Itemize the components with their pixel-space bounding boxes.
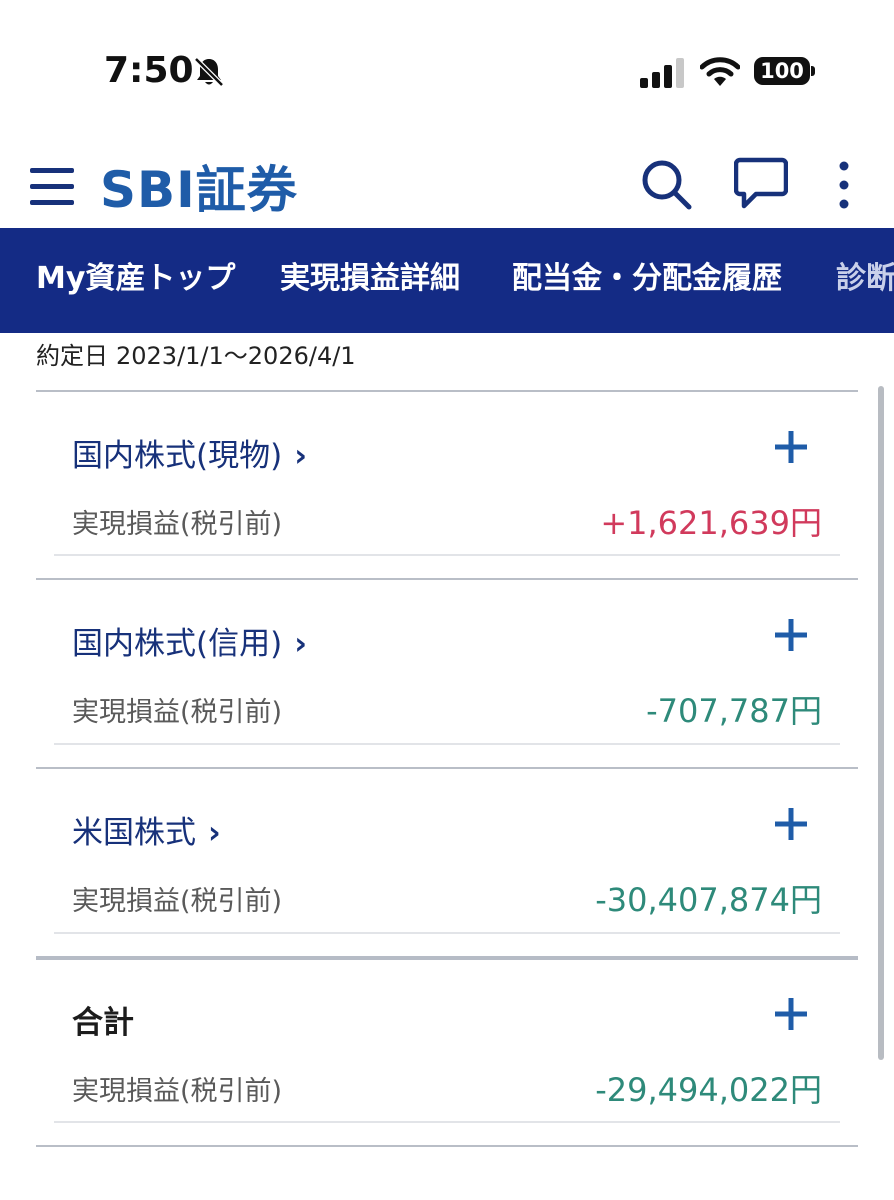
divider bbox=[36, 1145, 858, 1147]
section-title: 合計 bbox=[72, 1005, 134, 1041]
section-title: 米国株式 bbox=[72, 815, 196, 851]
tab-my-assets[interactable]: My資産トップ bbox=[36, 228, 235, 333]
section-us-stocks: 米国株式 › 実現損益(税引前) -30,407,874円 bbox=[0, 769, 894, 955]
pl-label: 実現損益(税引前) bbox=[72, 509, 283, 540]
section-domestic-cash: 国内株式(現物) › 実現損益(税引前) +1,621,639円 bbox=[0, 392, 894, 578]
date-range: 約定日 2023/1/1〜2026/4/1 bbox=[36, 336, 356, 371]
divider bbox=[54, 554, 840, 556]
plus-icon[interactable] bbox=[772, 616, 810, 654]
chevron-right-icon: › bbox=[294, 438, 307, 474]
battery-icon: 100 bbox=[754, 57, 810, 85]
pl-value: +1,621,639円 bbox=[600, 504, 822, 542]
plus-icon[interactable] bbox=[772, 995, 810, 1033]
section-title-link[interactable]: 国内株式(信用) › bbox=[72, 618, 307, 663]
pl-label: 実現損益(税引前) bbox=[72, 886, 283, 917]
date-range-label: 約定日 bbox=[36, 342, 108, 370]
pl-value: -29,494,022円 bbox=[595, 1071, 822, 1109]
chat-icon[interactable] bbox=[734, 156, 788, 212]
chevron-right-icon: › bbox=[294, 626, 307, 662]
tab-dividend-history[interactable]: 配当金・分配金履歴 bbox=[512, 228, 782, 333]
search-icon[interactable] bbox=[640, 158, 692, 210]
signal-icon bbox=[640, 58, 684, 88]
section-domestic-margin: 国内株式(信用) › 実現損益(税引前) -707,787円 bbox=[0, 580, 894, 766]
wifi-icon bbox=[700, 57, 740, 86]
status-time: 7:50 bbox=[104, 50, 194, 91]
section-title: 国内株式(現物) bbox=[72, 438, 283, 474]
plus-icon[interactable] bbox=[772, 805, 810, 843]
menu-icon[interactable] bbox=[30, 166, 74, 206]
more-vertical-icon[interactable] bbox=[832, 160, 856, 210]
tab-bar: My資産トップ 実現損益詳細 配当金・分配金履歴 診断 bbox=[0, 228, 894, 333]
tab-realized-pl-detail[interactable]: 実現損益詳細 bbox=[280, 228, 460, 333]
date-range-value: 2023/1/1〜2026/4/1 bbox=[116, 342, 356, 370]
brand-logo[interactable]: SBI証券 bbox=[100, 150, 298, 222]
battery-nub bbox=[811, 66, 815, 76]
divider bbox=[54, 1121, 840, 1123]
pl-value: -707,787円 bbox=[646, 692, 822, 730]
section-title-link[interactable]: 米国株式 › bbox=[72, 807, 221, 852]
battery-level: 100 bbox=[760, 59, 804, 83]
app-header: SBI証券 bbox=[0, 140, 894, 228]
section-title: 国内株式(信用) bbox=[72, 626, 283, 662]
status-bar: 7:50 100 bbox=[0, 0, 894, 140]
tab-diagnosis[interactable]: 診断 bbox=[836, 228, 894, 333]
pl-value: -30,407,874円 bbox=[595, 881, 822, 919]
pl-label: 実現損益(税引前) bbox=[72, 697, 283, 728]
pl-label: 実現損益(税引前) bbox=[72, 1076, 283, 1107]
divider bbox=[54, 743, 840, 745]
section-total: 合計 実現損益(税引前) -29,494,022円 bbox=[0, 959, 894, 1145]
bell-slash-icon bbox=[194, 57, 224, 87]
scrollbar[interactable] bbox=[878, 386, 884, 1060]
plus-icon[interactable] bbox=[772, 428, 810, 466]
divider bbox=[54, 932, 840, 934]
section-title-link[interactable]: 国内株式(現物) › bbox=[72, 430, 307, 475]
chevron-right-icon: › bbox=[208, 815, 221, 851]
